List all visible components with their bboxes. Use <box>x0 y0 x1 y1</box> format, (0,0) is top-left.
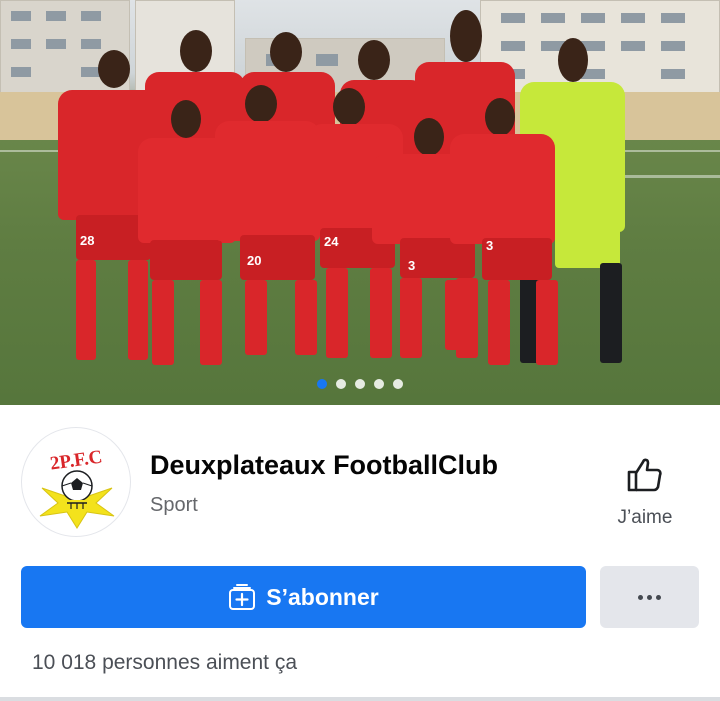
jersey-number: 28 <box>80 233 95 248</box>
carousel-dot[interactable] <box>355 379 365 389</box>
carousel-dot[interactable] <box>336 379 346 389</box>
jersey-number: 3 <box>486 238 494 253</box>
subscribe-button[interactable]: S’abonner <box>21 566 586 628</box>
page-likes-count[interactable]: 10 018 personnes aiment ça <box>32 651 297 675</box>
thumbs-up-icon <box>627 458 662 492</box>
cover-photo[interactable]: 28 20 24 3 3 <box>0 0 720 405</box>
subscribe-label: S’abonner <box>266 583 379 610</box>
page-profile-picture[interactable]: 2P.F.C <box>21 427 131 537</box>
carousel-dot[interactable] <box>317 379 327 389</box>
club-logo: 2P.F.C <box>39 447 115 529</box>
more-dots-icon <box>636 594 663 600</box>
section-divider <box>0 697 720 701</box>
carousel-indicator[interactable] <box>0 379 720 391</box>
carousel-dot[interactable] <box>374 379 384 389</box>
like-page-button[interactable]: J’aime <box>605 450 685 530</box>
follow-plus-icon <box>229 584 256 610</box>
more-options-button[interactable] <box>600 566 699 628</box>
jersey-number: 20 <box>247 253 262 268</box>
page-title[interactable]: Deuxplateaux FootballClub <box>150 450 498 481</box>
page-category: Sport <box>150 494 198 516</box>
carousel-dot[interactable] <box>393 379 403 389</box>
jersey-number: 24 <box>324 234 339 249</box>
jersey-number: 3 <box>408 258 416 273</box>
like-label: J’aime <box>617 507 673 528</box>
